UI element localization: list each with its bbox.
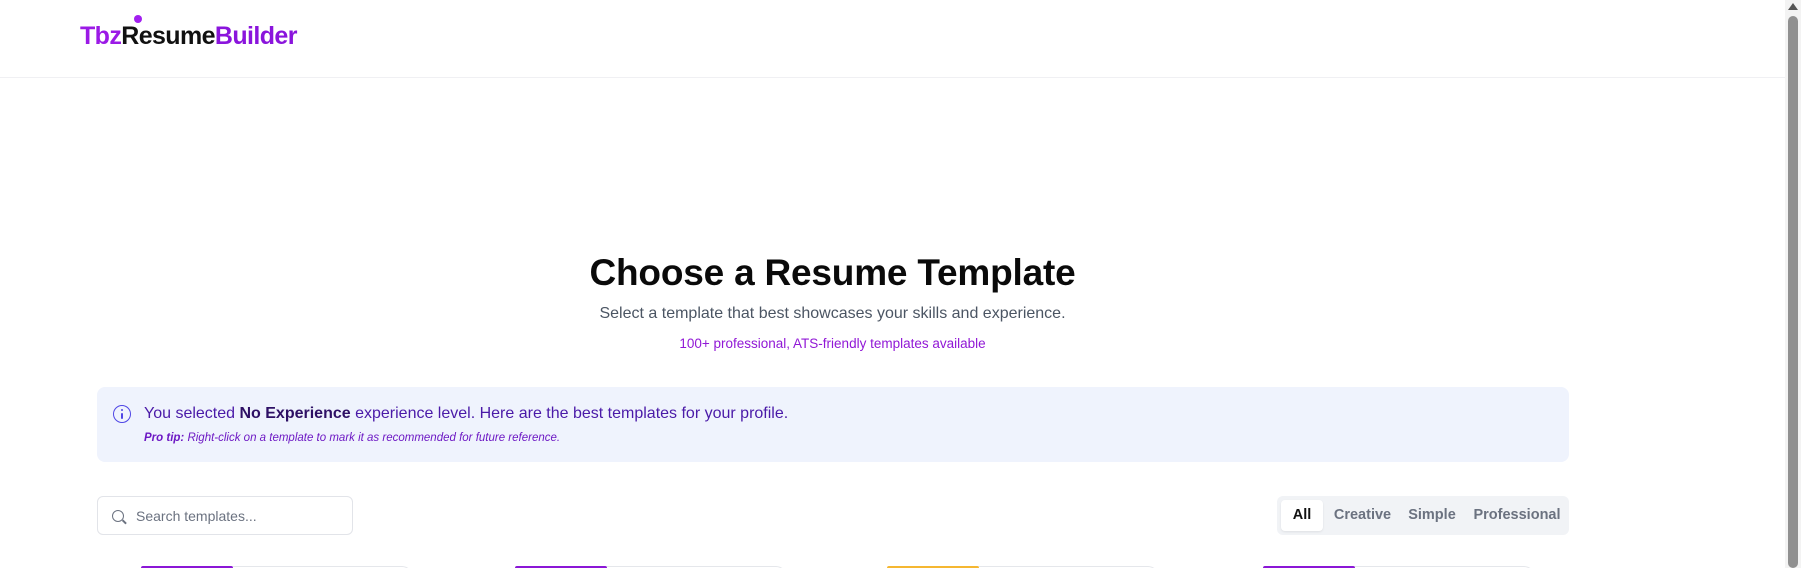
logo-text-builder: Builder	[214, 22, 298, 50]
pro-tip-label: Pro tip:	[144, 432, 185, 444]
scrollbar-thumb[interactable]	[1788, 16, 1798, 568]
filter-tab-professional[interactable]: Professional	[1469, 500, 1565, 531]
info-suffix: experience level. Here are the best temp…	[350, 405, 789, 422]
search-icon	[112, 510, 124, 522]
info-prefix: You selected	[144, 405, 240, 422]
category-filter-tabs: All Creative Simple Professional	[1277, 496, 1569, 535]
filter-tab-simple[interactable]: Simple	[1401, 500, 1463, 531]
experience-level: No Experience	[239, 405, 351, 422]
experience-info-banner: You selected No Experience experience le…	[97, 387, 1569, 462]
brand-logo[interactable]: TbzResumeBuilder	[80, 22, 297, 51]
filter-tab-creative[interactable]: Creative	[1329, 500, 1396, 531]
filter-tab-all[interactable]: All	[1281, 500, 1323, 531]
info-icon	[113, 405, 131, 423]
search-input[interactable]	[136, 506, 336, 526]
template-search-box[interactable]	[97, 496, 353, 535]
page-scrollbar[interactable]	[1785, 0, 1801, 568]
scroll-up-arrow-icon[interactable]	[1788, 3, 1798, 10]
experience-level-message: You selected No Experience experience le…	[144, 405, 788, 423]
pro-tip-text: Right-click on a template to mark it as …	[184, 432, 561, 444]
templates-count-text: 100+ professional, ATS-friendly template…	[679, 336, 986, 351]
page-subtitle: Select a template that best showcases yo…	[599, 305, 1066, 322]
logo-text-resume: Resume	[121, 22, 215, 50]
logo-dot-icon	[134, 15, 142, 23]
logo-text-tbz: Tbz	[80, 22, 122, 50]
pro-tip: Pro tip: Right-click on a template to ma…	[144, 432, 560, 444]
top-header: TbzResumeBuilder	[0, 0, 1785, 78]
page-title: Choose a Resume Template	[589, 252, 1076, 293]
